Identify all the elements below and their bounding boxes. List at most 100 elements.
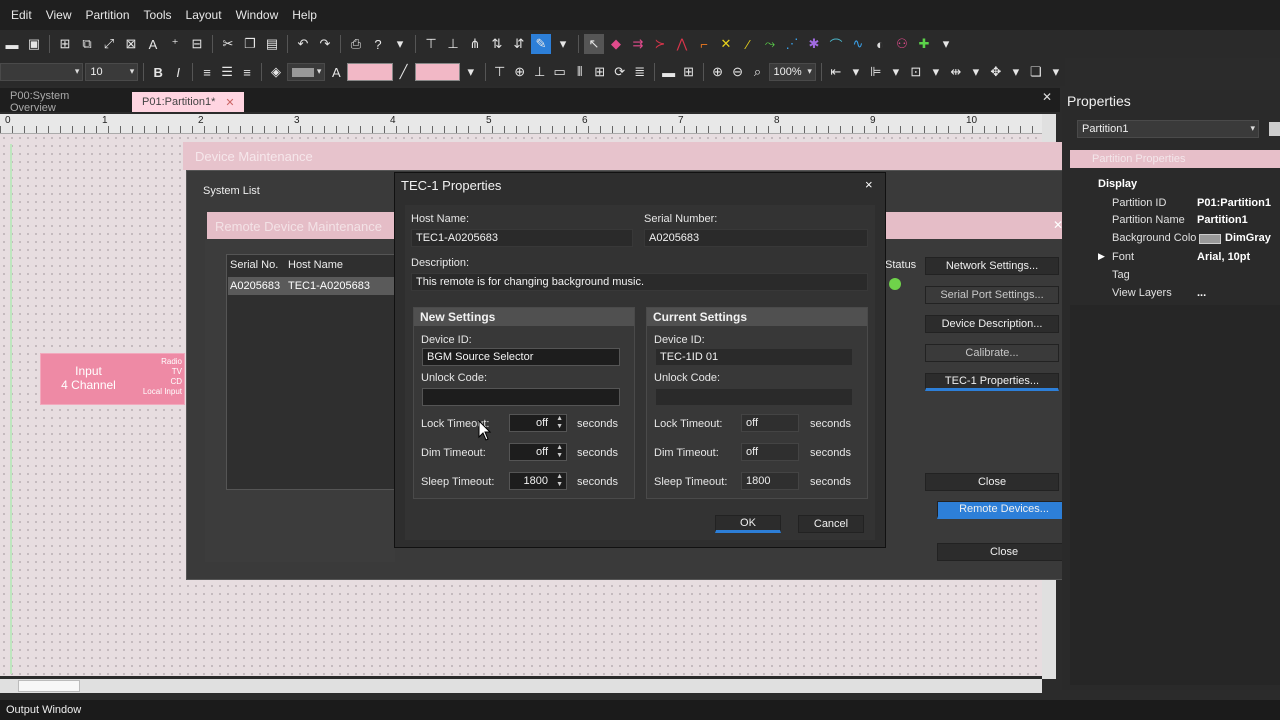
redo-icon[interactable]: ↷: [315, 34, 335, 54]
unlock-code-input[interactable]: [422, 388, 620, 406]
spin-arrows-icon[interactable]: ▲ ▼: [556, 473, 563, 489]
sleep-timeout-stepper[interactable]: 1800 ▲ ▼: [509, 472, 567, 490]
device-maintenance-titlebar[interactable]: Device Maintenance ✕: [183, 142, 1093, 170]
spin-arrows-icon[interactable]: ▲ ▼: [556, 444, 563, 460]
print-icon[interactable]: ⎙: [346, 34, 366, 54]
device-maintenance-close-button[interactable]: Close: [937, 543, 1071, 561]
filter-icon[interactable]: ⌒: [826, 34, 846, 54]
device-id-input[interactable]: BGM Source Selector: [422, 348, 620, 366]
cancel-button[interactable]: Cancel: [798, 515, 864, 533]
chevron-down-icon[interactable]: ▾: [390, 34, 410, 54]
copy-icon[interactable]: ❐: [240, 34, 260, 54]
align-right-icon[interactable]: ≡: [238, 62, 256, 82]
zoom-out-icon[interactable]: ⊖: [729, 62, 747, 82]
line-color-swatch[interactable]: [414, 63, 460, 81]
lock-timeout-stepper[interactable]: off ▲ ▼: [509, 414, 567, 432]
chevron-down-icon[interactable]: ▾: [1047, 62, 1065, 82]
align-middle-icon[interactable]: ⊕: [511, 62, 529, 82]
chevron-down-icon[interactable]: ▾: [927, 62, 945, 82]
pointer-icon[interactable]: ↖: [584, 34, 604, 54]
delete-partition-icon[interactable]: ⊠: [121, 34, 141, 54]
menu-window[interactable]: Window: [229, 8, 286, 22]
indent-icon[interactable]: ⇤: [827, 62, 845, 82]
copy-partition-icon[interactable]: ⧉: [77, 34, 97, 54]
gear-icon[interactable]: ✱: [804, 34, 824, 54]
connect-icon[interactable]: ⇅: [487, 34, 507, 54]
spin-arrows-icon[interactable]: ▲ ▼: [556, 415, 563, 431]
align-bottom-icon[interactable]: ⊥: [531, 62, 549, 82]
column-host-name[interactable]: Host Name: [288, 259, 343, 271]
frame-icon[interactable]: ⊡: [907, 62, 925, 82]
property-row[interactable]: ▶ Font Arial, 10pt: [1062, 249, 1280, 267]
font-color-icon[interactable]: A: [327, 62, 345, 82]
menu-layout[interactable]: Layout: [179, 8, 229, 22]
tab-partition1[interactable]: P01:Partition1* ✕: [132, 92, 244, 112]
menu-help[interactable]: Help: [285, 8, 324, 22]
column-serial-no[interactable]: Serial No.: [230, 259, 278, 271]
cut-icon[interactable]: ✂: [218, 34, 238, 54]
network-settings-button[interactable]: Network Settings...: [925, 257, 1059, 275]
disconnect-icon[interactable]: ⇵: [509, 34, 529, 54]
dynamics-icon[interactable]: ◐: [870, 34, 890, 54]
group-icon[interactable]: ❏: [1027, 62, 1045, 82]
chevron-down-icon[interactable]: ▾: [887, 62, 905, 82]
undo-icon[interactable]: ↶: [293, 34, 313, 54]
save-icon[interactable]: ▣: [24, 34, 44, 54]
menu-partition[interactable]: Partition: [78, 8, 136, 22]
table-row[interactable]: A0205683 TEC1-A0205683: [228, 277, 396, 295]
new-partition-icon[interactable]: ⊞: [55, 34, 75, 54]
logic-icon[interactable]: ✚: [914, 34, 934, 54]
tec1-properties-button[interactable]: TEC-1 Properties...: [925, 373, 1059, 391]
calibrate-button[interactable]: Calibrate...: [925, 344, 1059, 362]
chevron-down-icon[interactable]: ▾: [967, 62, 985, 82]
font-color-swatch[interactable]: [347, 63, 393, 81]
ok-button[interactable]: OK: [715, 515, 781, 533]
zoom-in-icon[interactable]: ⊕: [709, 62, 727, 82]
device-description-button[interactable]: Device Description...: [925, 315, 1059, 333]
network-icon[interactable]: ⊤: [421, 34, 441, 54]
resize-icon[interactable]: ⤢: [99, 34, 119, 54]
align-top-icon[interactable]: ⊤: [491, 62, 509, 82]
slope-icon[interactable]: ∕: [738, 34, 758, 54]
menu-edit[interactable]: Edit: [4, 8, 39, 22]
align-objects-icon[interactable]: ⊫: [867, 62, 885, 82]
remote-device-list[interactable]: Serial No. Host Name A0205683 TEC1-A0205…: [226, 254, 396, 490]
wrench-icon[interactable]: ✎: [531, 34, 551, 54]
property-row[interactable]: View Layers...: [1062, 285, 1280, 303]
snap-grid-icon[interactable]: ⊞: [680, 62, 698, 82]
stack-icon[interactable]: ≣: [631, 62, 649, 82]
same-size-icon[interactable]: ▭: [551, 62, 569, 82]
horizontal-scrollbar[interactable]: [0, 679, 1042, 693]
property-row[interactable]: Background Colo DimGray: [1062, 230, 1280, 248]
italic-icon[interactable]: I: [169, 62, 187, 82]
tab-close-icon[interactable]: ✕: [225, 96, 234, 109]
font-name-combo[interactable]: ▾: [0, 63, 84, 81]
hierarchy-icon[interactable]: ⋔: [465, 34, 485, 54]
control-icon[interactable]: ⚇: [892, 34, 912, 54]
chevron-down-icon[interactable]: ▾: [553, 34, 573, 54]
mixer-icon[interactable]: ✕: [716, 34, 736, 54]
tab-system-overview[interactable]: P00:System Overview: [0, 90, 128, 114]
menu-view[interactable]: View: [39, 8, 79, 22]
chevron-down-icon[interactable]: ▾: [462, 62, 480, 82]
menu-tools[interactable]: Tools: [137, 8, 179, 22]
distribute-h-icon[interactable]: ⫴: [571, 62, 589, 82]
close-icon[interactable]: ×: [865, 177, 873, 192]
object-selector[interactable]: Partition1 ▾: [1077, 120, 1259, 138]
fill-color-combo[interactable]: ▾: [286, 63, 326, 81]
text-box-icon[interactable]: A: [143, 34, 163, 54]
remote-devices-button[interactable]: Remote Devices...: [937, 501, 1071, 519]
bold-icon[interactable]: B: [149, 62, 167, 82]
wave-icon[interactable]: ∿: [848, 34, 868, 54]
property-pages-icon[interactable]: [1269, 122, 1280, 136]
fill-icon[interactable]: ◈: [267, 62, 285, 82]
expand-icon[interactable]: ▶: [1098, 251, 1105, 262]
zoom-combo[interactable]: 100% ▾: [768, 63, 816, 81]
line-icon[interactable]: ⌐: [694, 34, 714, 54]
output-window-tab[interactable]: Output Window: [0, 700, 1280, 720]
layer-icon[interactable]: ▬: [660, 62, 678, 82]
help-icon[interactable]: ?: [368, 34, 388, 54]
dim-timeout-stepper[interactable]: off ▲ ▼: [509, 443, 567, 461]
font-size-combo[interactable]: 10 ▾: [85, 63, 139, 81]
align-left-icon[interactable]: ≡: [198, 62, 216, 82]
